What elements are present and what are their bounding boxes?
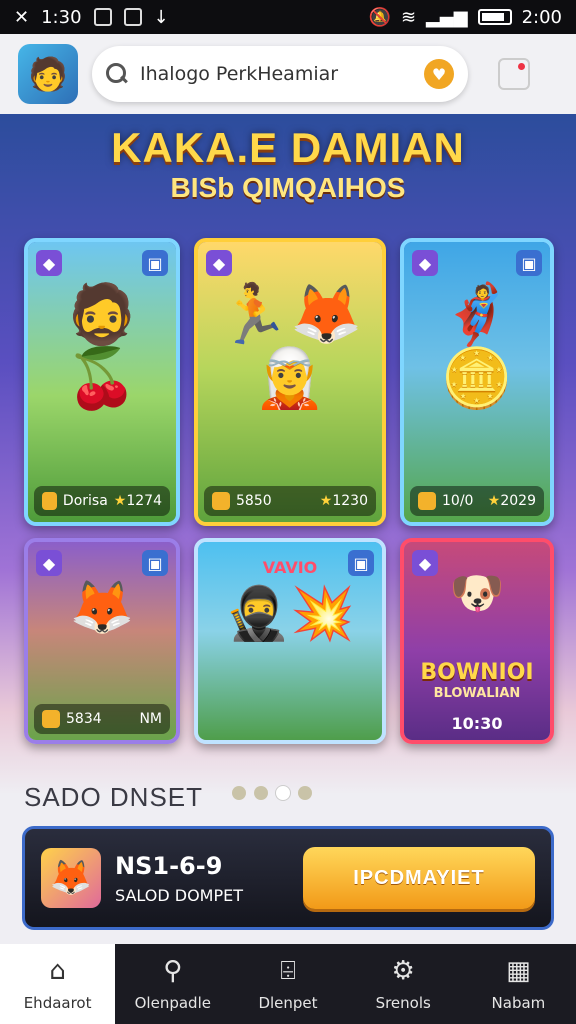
gem-icon: ◆	[412, 250, 438, 276]
promo-subtitle: SALOD DOMPET	[115, 885, 243, 905]
badge-icon: ▣	[516, 250, 542, 276]
status-bar: ✕ 1:30 ↓ 🔕 ≋ ▂▄▆ 2:00	[0, 0, 576, 34]
card-overlay-title: BOWNIOI	[420, 660, 534, 685]
nav-label: Ehdaarot	[23, 994, 92, 1012]
promo-code: NS1-6-9	[115, 851, 223, 880]
hero-avatar-icon[interactable]: 🧑	[18, 44, 78, 104]
gem-icon: ◆	[36, 550, 62, 576]
carousel-dot-active[interactable]	[276, 786, 290, 800]
carousel-dot[interactable]	[298, 786, 312, 800]
calendar-icon: ▦	[506, 956, 531, 986]
bottom-nav: ⌂ Ehdaarot ⚲ Olenpadle ⌹ Dlenpet ⚙ Sreno…	[0, 944, 576, 1024]
card-overlay-subtitle: BLOWALIAN	[433, 686, 521, 701]
game-card[interactable]: ▣ VAVIO 🥷💥	[194, 538, 386, 744]
mute-icon: 🔕	[368, 6, 391, 28]
card-footer: 5850 ★1230	[204, 486, 376, 516]
character-art: 🥷💥	[225, 584, 355, 644]
card-footer-left: 10/0	[442, 493, 474, 509]
card-footer: Dorisa ★1274	[34, 486, 170, 516]
coin-icon	[42, 710, 60, 728]
nav-item-settings[interactable]: ⚙ Srenols	[346, 944, 461, 1024]
character-art: 🧔 🍒	[65, 280, 139, 412]
signal-icon: ▂▄▆	[426, 6, 468, 28]
app-header: 🧑 ♥	[0, 34, 576, 114]
nav-item-calendar[interactable]: ▦ Nabam	[461, 944, 576, 1024]
nav-label: Srenols	[375, 994, 431, 1012]
card-footer-right: 1274	[126, 493, 162, 509]
carousel-dot[interactable]	[232, 786, 246, 800]
game-card[interactable]: ◆ 🏃🦊 🧝 5850 ★1230	[194, 238, 386, 526]
image-icon	[123, 8, 142, 26]
star-icon: ★	[319, 493, 333, 509]
card-footer-left: 5850	[236, 493, 272, 509]
hero-subtitle: BISb QIMQAIHOS	[170, 172, 406, 203]
status-time-right: 2:00	[521, 6, 562, 28]
star-icon: ★	[113, 493, 127, 509]
game-card[interactable]: ◆ ▣ 🦊 5834 NM	[24, 538, 180, 744]
character-art: 🦸 🪙	[440, 280, 514, 412]
search-icon	[106, 63, 128, 85]
download-icon: ↓	[153, 6, 169, 28]
game-card[interactable]: ◆ ▣ 🧔 🍒 Dorisa ★1274	[24, 238, 180, 526]
nav-item-tag[interactable]: ⌹ Dlenpet	[230, 944, 345, 1024]
card-time: 10:30	[451, 714, 503, 733]
game-card[interactable]: ◆ 🐶 BOWNIOI BLOWALIAN 10:30	[400, 538, 554, 744]
character-art: 🐶	[449, 568, 505, 619]
promo-banner: 🦊 NS1-6-9 SALOD DOMPET IPCDMAYIET	[22, 826, 554, 930]
search-input[interactable]	[140, 63, 412, 85]
main-content: KAKA.E DAMIAN BISb QIMQAIHOS ◆ ▣ 🧔 🍒 Dori…	[0, 114, 576, 944]
card-footer-right: NM	[139, 711, 162, 727]
card-footer-left: 5834	[66, 711, 102, 727]
card-footer: 5834 NM	[34, 704, 170, 734]
badge-icon: ▣	[142, 550, 168, 576]
tag-icon: ⌹	[280, 955, 296, 986]
app-notification-icon	[93, 8, 112, 26]
coin-icon	[212, 492, 230, 510]
close-icon: ✕	[14, 6, 30, 28]
wifi-icon: ≋	[400, 6, 417, 28]
carousel-dots[interactable]	[232, 786, 312, 800]
promo-button[interactable]: IPCDMAYIET	[303, 847, 535, 909]
status-time-left: 1:30	[41, 6, 82, 28]
search-bar[interactable]: ♥	[92, 46, 468, 102]
battery-icon	[477, 9, 512, 25]
card-footer-left: Dorisa	[62, 493, 108, 509]
nav-item-search[interactable]: ⚲ Olenpadle	[115, 944, 230, 1024]
game-card[interactable]: ◆ ▣ 🦸 🪙 10/0 ★2029	[400, 238, 554, 526]
carousel-dot[interactable]	[254, 786, 268, 800]
coin-heart-icon[interactable]: ♥	[424, 59, 454, 89]
nav-label: Olenpadle	[134, 994, 211, 1012]
character-art: 🦊	[69, 578, 135, 638]
card-footer-right: 2029	[500, 493, 536, 509]
gem-icon: ◆	[206, 250, 232, 276]
nav-label: Dlenpet	[258, 994, 318, 1012]
badge-icon: ▣	[142, 250, 168, 276]
card-overlay-label: VAVIO	[262, 558, 318, 577]
nav-item-home[interactable]: ⌂ Ehdaarot	[0, 944, 116, 1024]
card-footer: 10/0 ★2029	[410, 486, 544, 516]
search-icon: ⚲	[163, 956, 183, 986]
home-icon: ⌂	[49, 956, 66, 986]
coin-icon	[418, 492, 436, 510]
gem-icon: ◆	[36, 250, 62, 276]
notification-icon[interactable]	[498, 58, 530, 90]
nav-label: Nabam	[491, 994, 546, 1012]
star-icon: ★	[487, 493, 501, 509]
card-footer-right: 1230	[332, 493, 368, 509]
coin-icon	[42, 492, 57, 510]
settings-icon: ⚙	[391, 956, 415, 986]
promo-character-icon: 🦊	[41, 848, 101, 908]
section-title: SADO DNSET	[24, 782, 204, 812]
character-art: 🏃🦊 🧝	[217, 280, 363, 412]
hero-title: KAKA.E DAMIAN	[111, 124, 465, 171]
